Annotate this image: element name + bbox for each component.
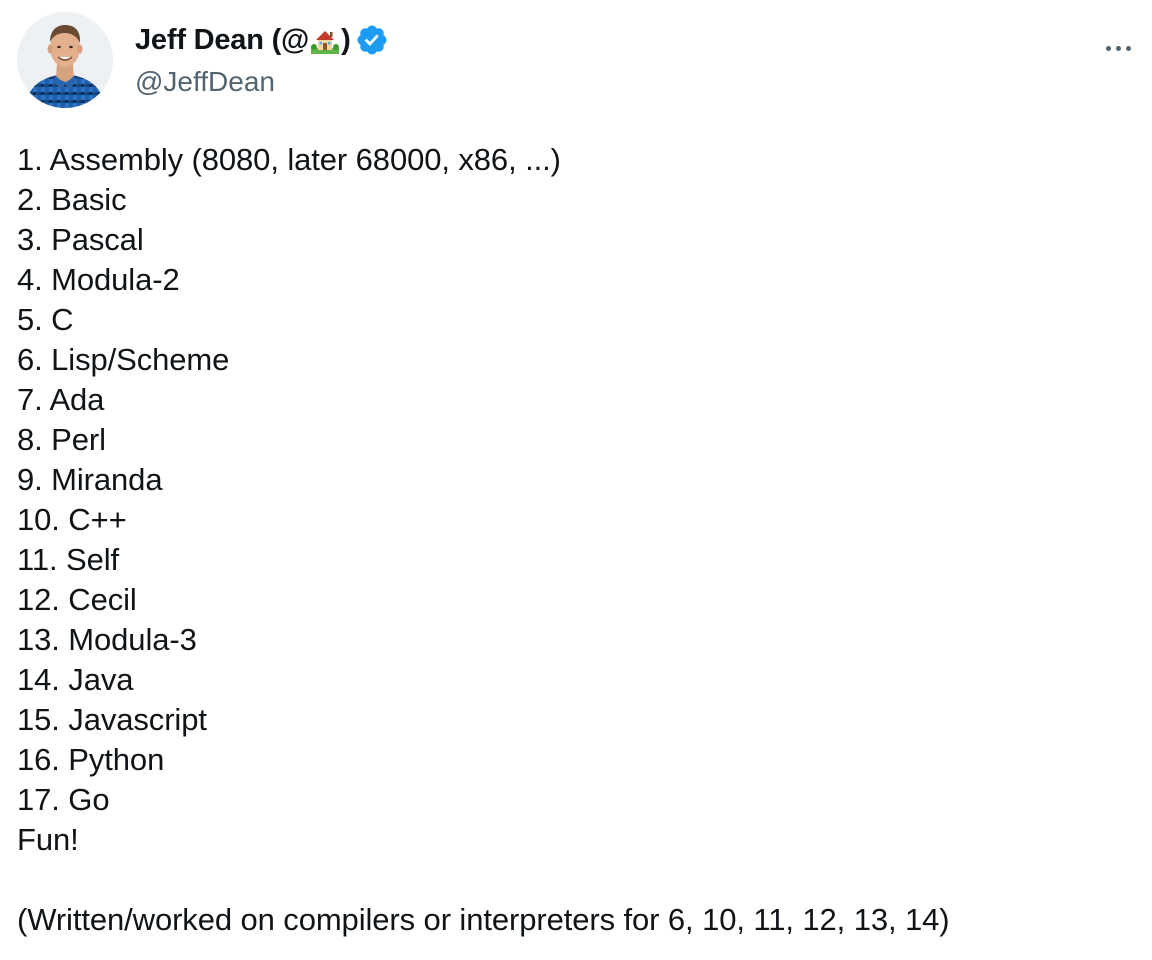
list-item: 15. Javascript (17, 702, 207, 737)
display-name-prefix: Jeff Dean (@ (135, 23, 310, 56)
list-item: 10. C++ (17, 502, 127, 537)
list-item: 7. Ada (17, 382, 105, 417)
avatar[interactable] (17, 12, 113, 108)
closing-line: Fun! (17, 822, 79, 857)
list-item: 13. Modula-3 (17, 622, 197, 657)
list-item: 17. Go (17, 782, 110, 817)
more-options-button[interactable] (1098, 34, 1138, 62)
display-name[interactable]: Jeff Dean (@ ) (135, 24, 351, 57)
display-name-suffix: ) (341, 23, 351, 56)
list-item: 2. Basic (17, 182, 127, 217)
house-with-garden-icon (311, 30, 340, 54)
list-item: 6. Lisp/Scheme (17, 342, 230, 377)
more-dot-icon (1115, 45, 1121, 51)
list-item: 4. Modula-2 (17, 262, 180, 297)
tweet-text: 1. Assembly (8080, later 68000, x86, ...… (17, 140, 1127, 940)
list-item: 9. Miranda (17, 462, 163, 497)
list-item: 14. Java (17, 662, 134, 697)
list-item: 8. Perl (17, 422, 106, 457)
list-item: 16. Python (17, 742, 165, 777)
person-avatar-image (17, 12, 113, 108)
paragraph-break (17, 860, 1127, 900)
display-name-row[interactable]: Jeff Dean (@ ) (135, 20, 389, 60)
more-dot-icon (1125, 45, 1131, 51)
tweet-card: Jeff Dean (@ ) @JeffDean 1. Assembly (80… (0, 0, 1152, 960)
list-item: 3. Pascal (17, 222, 144, 257)
tweet-header: Jeff Dean (@ ) @JeffDean (17, 12, 1152, 108)
verified-badge-icon[interactable] (355, 23, 389, 57)
list-item: 11. Self (17, 542, 120, 577)
author-handle[interactable]: @JeffDean (135, 66, 389, 98)
list-item: 1. Assembly (8080, later 68000, x86, ...… (17, 142, 561, 177)
author-info: Jeff Dean (@ ) @JeffDean (135, 20, 389, 98)
footnote-line: (Written/worked on compilers or interpre… (17, 902, 950, 937)
list-item: 12. Cecil (17, 582, 137, 617)
more-dot-icon (1105, 45, 1111, 51)
list-item: 5. C (17, 302, 74, 337)
